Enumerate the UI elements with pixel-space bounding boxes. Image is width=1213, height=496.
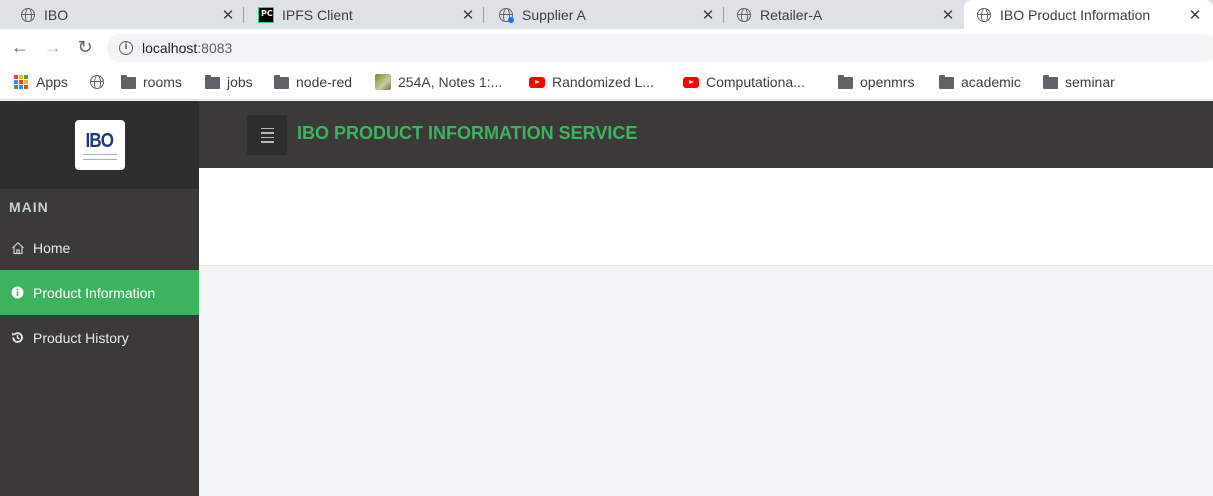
bookmark-label: seminar xyxy=(1065,74,1115,90)
bookmark-openmrs[interactable]: openmrs xyxy=(837,73,914,91)
bookmark-globe[interactable] xyxy=(89,73,112,91)
bookmark-label: jobs xyxy=(227,74,253,90)
app-header: IBO PRODUCT INFORMATION SERVICE xyxy=(199,101,1213,168)
bookmark-jobs[interactable]: jobs xyxy=(204,73,253,91)
tab-title: Retailer-A xyxy=(760,6,823,23)
bookmark-label: academic xyxy=(961,74,1021,90)
sidebar-heading: MAIN xyxy=(9,199,49,215)
youtube-icon xyxy=(683,74,699,90)
tab-title: IPFS Client xyxy=(282,6,353,23)
close-icon[interactable]: ✕ xyxy=(1187,6,1203,24)
bookmark-computational[interactable]: Computationa... xyxy=(683,73,805,91)
brand-area: IBO xyxy=(0,101,199,189)
folder-icon xyxy=(837,74,853,90)
browser-toolbar: ← → ↻ i localhost:8083 xyxy=(0,29,1213,65)
sidebar-item-product-history[interactable]: Product History xyxy=(0,315,199,360)
folder-icon xyxy=(938,74,954,90)
tab-supplier-a[interactable]: Supplier A ✕ xyxy=(484,0,724,29)
close-icon[interactable]: ✕ xyxy=(220,6,236,24)
forward-arrow-icon[interactable]: → xyxy=(43,37,63,57)
history-icon xyxy=(10,331,25,344)
menu-toggle-button[interactable] xyxy=(247,115,287,155)
folder-icon xyxy=(204,74,220,90)
globe-icon xyxy=(89,74,105,90)
site-info-icon[interactable]: i xyxy=(119,41,133,55)
bookmark-label: Computationa... xyxy=(706,74,805,90)
sidebar-item-product-information[interactable]: Product Information xyxy=(0,270,199,315)
folder-icon xyxy=(120,74,136,90)
content-panel xyxy=(199,168,1213,266)
home-icon xyxy=(10,241,25,255)
tab-retailer-a[interactable]: Retailer-A ✕ xyxy=(724,0,964,29)
tab-title: Supplier A xyxy=(522,6,586,23)
youtube-icon xyxy=(529,74,545,90)
bookmark-seminar[interactable]: seminar xyxy=(1042,73,1115,91)
bookmark-label: openmrs xyxy=(860,74,915,90)
bookmark-label: 254A, Notes 1:... xyxy=(398,74,503,90)
tab-title: IBO xyxy=(44,6,69,23)
folder-icon xyxy=(273,74,289,90)
sidebar-item-home[interactable]: Home xyxy=(0,225,199,270)
bookmark-apps[interactable]: Apps xyxy=(13,73,68,91)
browser-tab-strip: IBO ✕ PC IPFS Client ✕ Supplier A ✕ Reta… xyxy=(0,0,1213,29)
bookmark-254a-notes[interactable]: 254A, Notes 1:... xyxy=(375,73,502,91)
bookmark-randomized[interactable]: Randomized L... xyxy=(529,73,654,91)
logo-text: IBO xyxy=(85,129,115,152)
bookmark-label: node-red xyxy=(296,74,353,90)
globe-icon xyxy=(498,7,514,23)
pycharm-icon: PC xyxy=(258,6,274,23)
tab-ibo[interactable]: IBO ✕ xyxy=(0,0,244,29)
sidebar-item-label: Product History xyxy=(33,329,129,346)
bookmark-label: Randomized L... xyxy=(552,74,654,90)
globe-icon xyxy=(736,7,752,23)
tab-ipfs-client[interactable]: PC IPFS Client ✕ xyxy=(244,0,484,29)
bookmark-academic[interactable]: academic xyxy=(938,73,1021,91)
bookmark-label: rooms xyxy=(143,74,182,90)
ibo-logo[interactable]: IBO xyxy=(74,120,125,170)
hamburger-icon xyxy=(260,127,274,129)
close-icon[interactable]: ✕ xyxy=(940,6,956,24)
tab-ibo-product-information[interactable]: IBO Product Information ✕ xyxy=(964,0,1213,29)
info-circle-icon xyxy=(10,286,25,299)
folder-icon xyxy=(1042,74,1058,90)
sidebar-item-label: Product Information xyxy=(33,284,156,301)
back-arrow-icon[interactable]: ← xyxy=(10,37,30,57)
sidebar: IBO MAIN Home Product Information Produc… xyxy=(0,101,199,496)
reload-icon[interactable]: ↻ xyxy=(75,37,95,57)
url-port: :8083 xyxy=(197,40,233,56)
address-bar[interactable]: i localhost:8083 xyxy=(107,34,1213,62)
bookmark-rooms[interactable]: rooms xyxy=(120,73,182,91)
url-host: localhost xyxy=(142,40,198,56)
thumbnail-icon xyxy=(375,74,391,90)
page-title: IBO PRODUCT INFORMATION SERVICE xyxy=(297,123,638,143)
sidebar-item-label: Home xyxy=(33,239,71,256)
close-icon[interactable]: ✕ xyxy=(460,6,476,24)
tab-title: IBO Product Information xyxy=(1000,6,1151,23)
apps-grid-icon xyxy=(13,74,29,90)
globe-icon xyxy=(20,7,36,23)
globe-icon xyxy=(976,7,992,23)
content-area xyxy=(199,266,1213,496)
bookmarks-bar: Apps rooms jobs node-red 254A, Notes 1:.… xyxy=(0,65,1213,100)
bookmark-label: Apps xyxy=(36,74,68,90)
bookmark-node-red[interactable]: node-red xyxy=(273,73,352,91)
close-icon[interactable]: ✕ xyxy=(700,6,716,24)
